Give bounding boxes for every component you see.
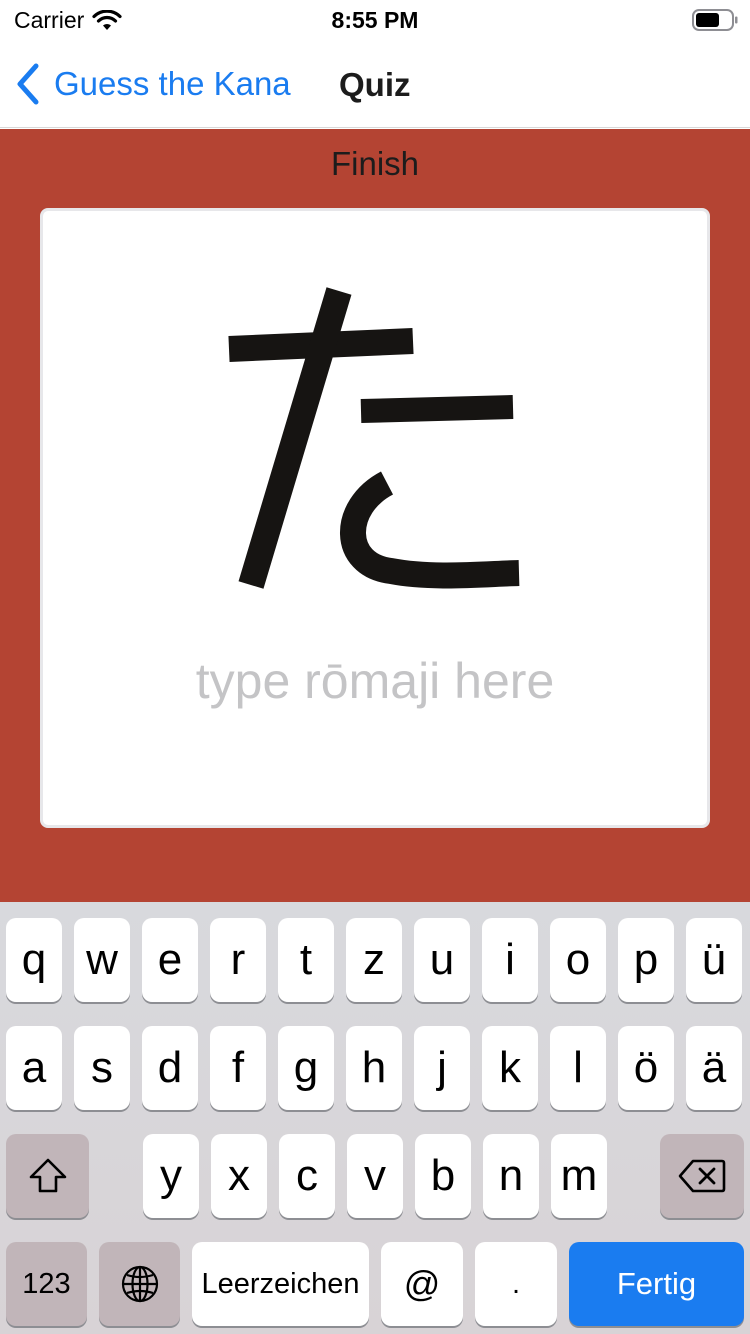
key-m[interactable]: m	[551, 1134, 607, 1218]
back-button-label: Guess the Kana	[54, 65, 291, 102]
back-button[interactable]: Guess the Kana	[14, 60, 291, 108]
globe-icon	[121, 1265, 158, 1303]
key-l[interactable]: l	[550, 1026, 606, 1110]
key-f[interactable]: f	[210, 1026, 266, 1110]
at-key[interactable]: @	[381, 1242, 463, 1326]
globe-key[interactable]	[99, 1242, 180, 1326]
key-x[interactable]: x	[211, 1134, 267, 1218]
key-d[interactable]: d	[142, 1026, 198, 1110]
key-e[interactable]: e	[142, 918, 198, 1002]
key-q[interactable]: q	[6, 918, 62, 1002]
key-p[interactable]: p	[618, 918, 674, 1002]
key-b[interactable]: b	[415, 1134, 471, 1218]
key-v[interactable]: v	[347, 1134, 403, 1218]
key-r[interactable]: r	[210, 918, 266, 1002]
key-s[interactable]: s	[74, 1026, 130, 1110]
chevron-left-icon	[17, 63, 39, 105]
key-n[interactable]: n	[483, 1134, 539, 1218]
key-y[interactable]: y	[143, 1134, 199, 1218]
key-c[interactable]: c	[279, 1134, 335, 1218]
key-ä[interactable]: ä	[686, 1026, 742, 1110]
key-w[interactable]: w	[74, 918, 130, 1002]
kana-card	[40, 208, 710, 828]
key-j[interactable]: j	[414, 1026, 470, 1110]
key-g[interactable]: g	[278, 1026, 334, 1110]
status-bar: Carrier 8:55 PM	[0, 0, 750, 40]
shift-key[interactable]	[6, 1134, 89, 1218]
quiz-area: Finish	[0, 129, 750, 902]
dot-key[interactable]: .	[475, 1242, 557, 1326]
delete-key[interactable]	[660, 1134, 744, 1218]
keyboard: qwertzuiopü asdfghjklöä yxcvbnm 123 Leer…	[0, 902, 750, 1334]
shift-icon	[29, 1158, 66, 1193]
romaji-input[interactable]	[63, 646, 687, 716]
battery-icon	[692, 9, 738, 31]
key-i[interactable]: i	[482, 918, 538, 1002]
key-h[interactable]: h	[346, 1026, 402, 1110]
key-a[interactable]: a	[6, 1026, 62, 1110]
delete-icon	[678, 1159, 726, 1193]
done-key[interactable]: Fertig	[569, 1242, 744, 1326]
page-title: Quiz	[339, 66, 411, 103]
kana-glyph	[228, 287, 520, 589]
key-z[interactable]: z	[346, 918, 402, 1002]
space-key[interactable]: Leerzeichen	[192, 1242, 369, 1326]
key-ü[interactable]: ü	[686, 918, 742, 1002]
key-u[interactable]: u	[414, 918, 470, 1002]
navigation-bar: Guess the Kana Quiz	[0, 40, 750, 128]
clock: 8:55 PM	[331, 7, 419, 33]
key-ö[interactable]: ö	[618, 1026, 674, 1110]
key-t[interactable]: t	[278, 918, 334, 1002]
key-o[interactable]: o	[550, 918, 606, 1002]
key-k[interactable]: k	[482, 1026, 538, 1110]
numbers-key[interactable]: 123	[6, 1242, 87, 1326]
finish-button[interactable]: Finish	[0, 145, 750, 183]
